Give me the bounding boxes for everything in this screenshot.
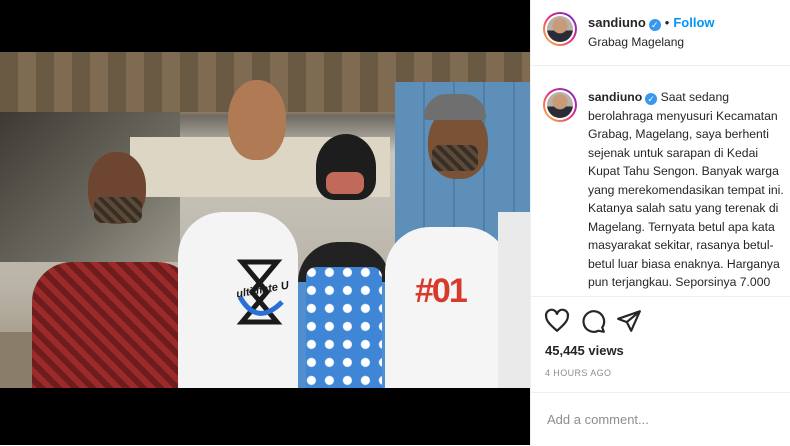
caption-username-link[interactable]: sandiuno [588,90,642,104]
follow-button[interactable]: Follow [673,15,714,30]
person-batik-shirt [32,262,197,388]
avatar-image [547,16,573,42]
views-count[interactable]: 45,445 views [545,343,624,358]
caption-area: sandiuno ✓ Saat sedang berolahraga menyus… [531,66,790,297]
location-link[interactable]: Grabag Magelang [588,35,684,49]
comment-input[interactable] [545,407,784,431]
avatar[interactable] [543,12,577,46]
post-video[interactable]: ultimate U #01 [0,52,530,388]
separator-dot: • [664,15,670,30]
person-head [228,80,286,160]
person-edge [498,212,530,388]
avatar-image [547,92,573,118]
verified-icon: ✓ [645,93,658,105]
heart-icon[interactable] [544,308,570,334]
post-sidebar: sandiuno ✓ • Follow Grabag Magelang sandiun… [530,0,790,445]
action-bar [531,300,790,340]
face-mask [94,197,142,223]
verified-icon: ✓ [648,19,661,31]
username-link[interactable]: sandiuno [588,15,646,30]
apron [306,267,382,388]
media-pane: ultimate U #01 [0,0,530,445]
caption-text: Saat sedang berolahraga menyusuri Kecama… [588,90,784,289]
share-icon[interactable] [616,308,642,334]
face-mask [432,145,478,171]
face-mask [326,172,364,194]
comment-box [531,392,790,446]
caption: sandiuno ✓ Saat sedang berolahraga menyus… [588,88,788,292]
header-name-row: sandiuno ✓ • Follow [588,14,715,32]
shirt-number: #01 [415,272,468,310]
comment-icon[interactable] [580,308,606,334]
caption-avatar[interactable] [543,88,577,122]
post-header: sandiuno ✓ • Follow Grabag Magelang [531,0,790,66]
post-timestamp[interactable]: 4 HOURS AGO [545,368,611,378]
cap-icon [424,94,486,120]
